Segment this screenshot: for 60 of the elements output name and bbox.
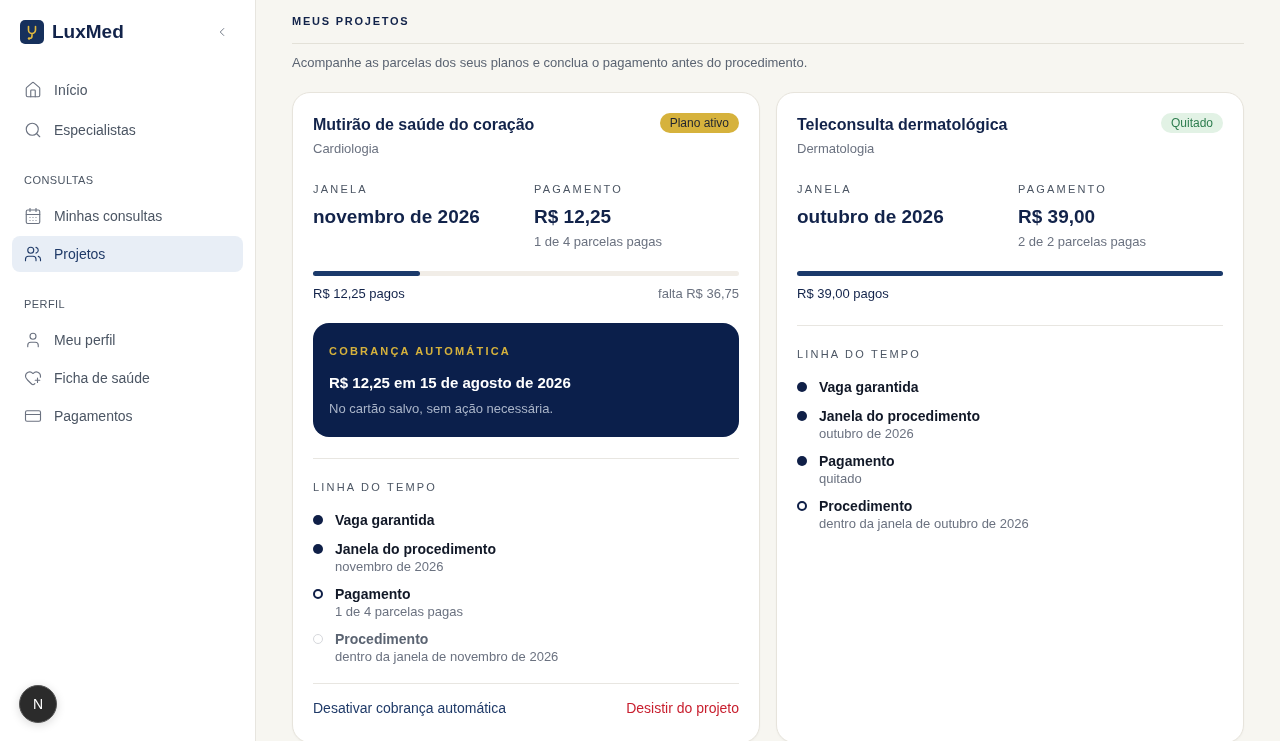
stat-value: novembro de 2026 [313,205,481,229]
paid-amount: R$ 39,00 pagos [797,285,889,303]
nav-item[interactable]: Especialistas [12,112,243,148]
page-heading: MEUS PROJETOS [292,14,411,29]
autopay-note: No cartão salvo, sem ação necessária. [329,400,554,418]
nav-item[interactable]: Projetos [12,236,243,272]
withdraw-link[interactable]: Desistir do projeto [626,698,739,718]
stat-value: R$ 39,00 [1018,205,1097,229]
users-icon [24,245,42,263]
stat-value: R$ 12,25 [534,205,613,229]
timeline-step-label: Janela do procedimento [819,407,981,426]
timeline-step-label: Procedimento [335,630,430,649]
nav-section-heading: CONSULTAS [23,173,95,188]
status-badge: Plano ativo [659,113,739,133]
calendar-icon [24,207,42,225]
page-description: Acompanhe as parcelas dos seus planos e conclua o pagamento antes do procedimento. [292,54,809,72]
timeline-title: LINHA DO TEMPO [313,480,439,495]
timeline-step-detail: novembro de 2026 [335,559,445,575]
nav-item[interactable]: Início [12,72,243,108]
nav-item[interactable]: Minhas consultas [12,198,243,234]
logo-icon [20,20,44,44]
stat-value: outubro de 2026 [797,205,945,229]
disable-autopay-link[interactable]: Desativar cobrança automática [313,698,506,718]
status-badge: Quitado [1160,113,1223,133]
nav-section-heading: PERFIL [23,297,67,312]
user-icon [24,331,42,349]
stat-label: PAGAMENTO [534,182,625,197]
stat-label: JANELA [313,182,369,197]
timeline-step-detail: 1 de 4 parcelas pagas [335,604,463,620]
project-specialty: Cardiologia [313,140,380,158]
timeline-step-label: Vaga garantida [335,511,435,530]
timeline-step-label: Procedimento [819,497,914,516]
timeline-step-label: Vaga garantida [819,378,919,397]
stat-note: 1 de 4 parcelas pagas [534,233,663,251]
timeline-step-detail: outubro de 2026 [819,426,915,442]
brand-name: LuxMed [52,20,124,44]
timeline-step-label: Pagamento [819,452,895,471]
nav-item[interactable]: Meu perfil [12,322,243,358]
search-icon [24,121,42,139]
nav-item[interactable]: Ficha de saúde [12,360,243,396]
timeline-step-label: Janela do procedimento [335,540,497,559]
project-title: Mutirão de saúde do coração [313,115,535,135]
stat-label: JANELA [797,182,853,197]
stat-note: 2 de 2 parcelas pagas [1018,233,1147,251]
credit-card-icon [24,407,42,425]
timeline-title: LINHA DO TEMPO [797,347,923,362]
project-title: Teleconsulta dermatológica [797,115,1008,135]
nav-item[interactable]: Pagamentos [12,398,243,434]
autopay-amount: R$ 12,25 em 15 de agosto de 2026 [329,373,572,393]
remaining-amount: falta R$ 36,75 [658,285,739,303]
project-specialty: Dermatologia [797,140,876,158]
heart-plus-icon [24,369,42,387]
timeline-step-detail: dentro da janela de novembro de 2026 [335,649,559,665]
timeline-step-detail: quitado [819,471,863,487]
stat-label: PAGAMENTO [1018,182,1109,197]
timeline-step-detail: dentro da janela de outubro de 2026 [819,516,1029,532]
autopay-label: COBRANÇA AUTOMÁTICA [329,344,512,359]
paid-amount: R$ 12,25 pagos [313,285,405,303]
timeline-step-label: Pagamento [335,585,412,604]
house-icon [24,81,42,99]
